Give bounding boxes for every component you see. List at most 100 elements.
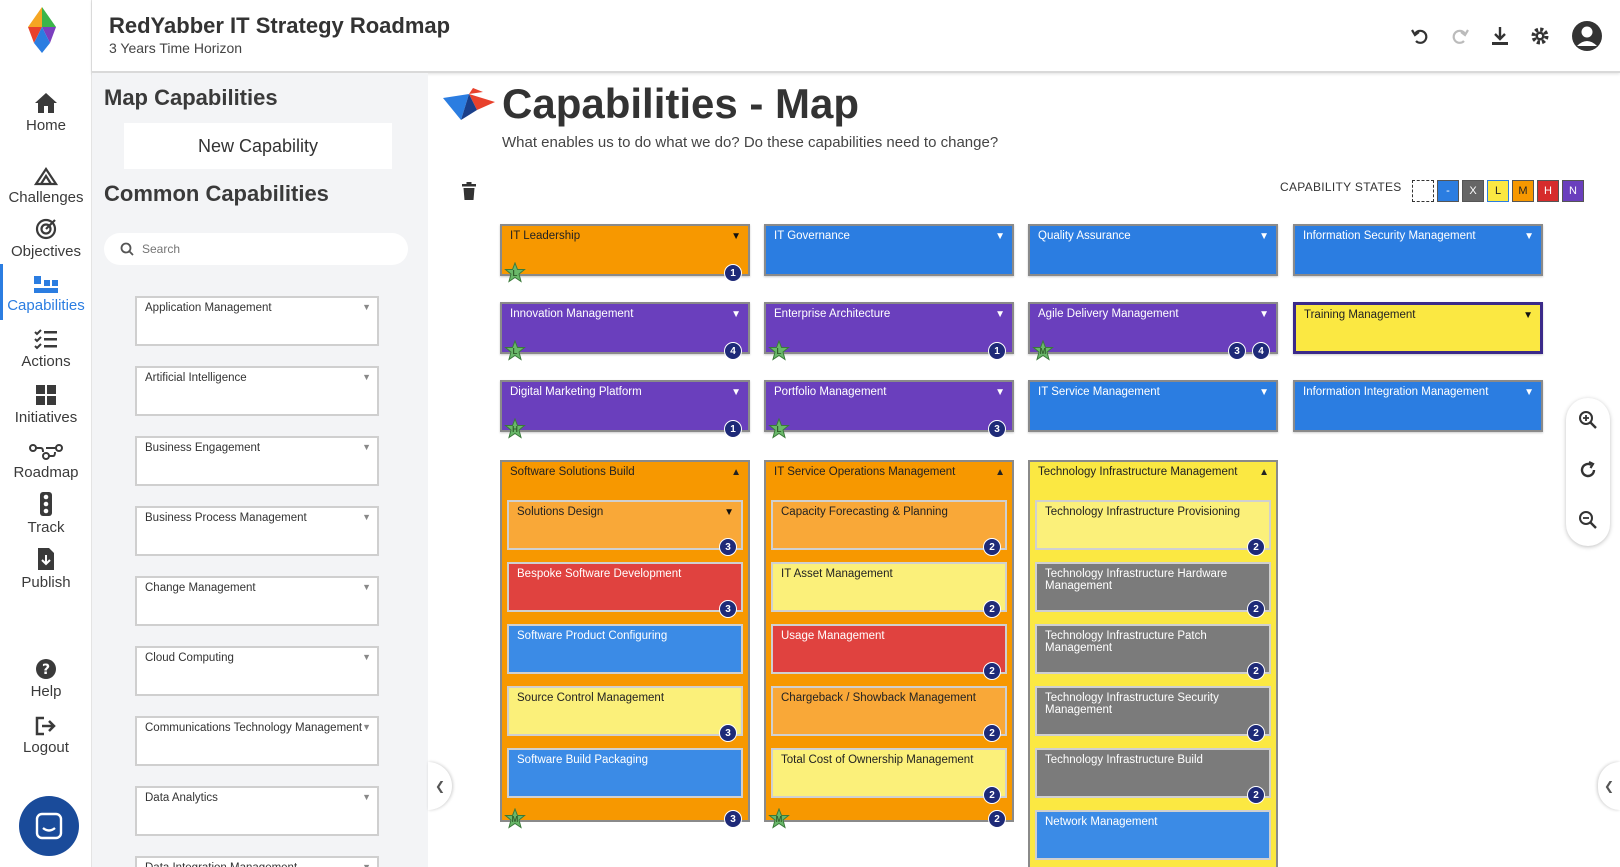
zoom-in-button[interactable]: [1576, 408, 1600, 432]
dropdown-arrow-icon[interactable]: ▼: [995, 387, 1005, 398]
collapse-arrow-icon[interactable]: ▲: [995, 467, 1005, 478]
common-capability-card[interactable]: Application Management ▼: [135, 296, 379, 346]
capability-card[interactable]: Digital Marketing Platform ▼ H 1: [500, 380, 750, 439]
capability-card[interactable]: Innovation Management ▼ L 4: [500, 302, 750, 361]
nav-actions[interactable]: Actions: [0, 324, 92, 370]
sub-capability-card[interactable]: Chargeback / Showback Management 2: [771, 686, 1007, 742]
dropdown-arrow-icon[interactable]: ▼: [731, 231, 741, 242]
nav-help[interactable]: ? Help: [0, 654, 92, 700]
dropdown-arrow-icon[interactable]: ▼: [362, 582, 371, 592]
common-capability-card[interactable]: Communications Technology Management ▼: [135, 716, 379, 766]
nav-capabilities[interactable]: Capabilities: [0, 264, 92, 320]
capability-card[interactable]: Agile Delivery Management ▼ M 4 3: [1028, 302, 1278, 361]
collapse-arrow-icon[interactable]: ▲: [731, 467, 741, 478]
zoom-out-button[interactable]: [1576, 508, 1600, 532]
new-capability-button[interactable]: New Capability: [124, 123, 392, 169]
sub-capability-card[interactable]: Software Build Packaging: [507, 748, 743, 798]
sub-capability-card[interactable]: Network Management: [1035, 810, 1271, 860]
capability-state-none[interactable]: [1412, 180, 1434, 202]
dropdown-arrow-icon[interactable]: ▼: [362, 792, 371, 802]
dropdown-arrow-icon[interactable]: ▼: [724, 507, 734, 518]
user-avatar-button[interactable]: [1570, 19, 1604, 53]
sub-capability-card[interactable]: IT Asset Management 2: [771, 562, 1007, 618]
capability-card[interactable]: IT Service Management ▼: [1028, 380, 1278, 432]
capability-state-H[interactable]: H: [1537, 180, 1559, 202]
dropdown-arrow-icon[interactable]: ▼: [1524, 387, 1534, 398]
capability-state-X[interactable]: X: [1462, 180, 1484, 202]
chat-button[interactable]: [19, 796, 79, 856]
dropdown-arrow-icon[interactable]: ▼: [362, 652, 371, 662]
capability-card[interactable]: Quality Assurance ▼: [1028, 224, 1278, 276]
sub-capability-card[interactable]: Capacity Forecasting & Planning 2: [771, 500, 1007, 556]
dropdown-arrow-icon[interactable]: ▼: [362, 862, 371, 867]
dropdown-arrow-icon[interactable]: ▼: [995, 231, 1005, 242]
capability-state-M[interactable]: M: [1512, 180, 1534, 202]
nav-track[interactable]: Track: [0, 490, 92, 536]
search-input[interactable]: [142, 242, 382, 256]
collapse-arrow-icon[interactable]: ▲: [1259, 467, 1269, 478]
capability-card[interactable]: Enterprise Architecture ▼ L 1: [764, 302, 1014, 361]
sub-capability-card[interactable]: Usage Management 2: [771, 624, 1007, 680]
nav-roadmap[interactable]: Roadmap: [0, 435, 92, 481]
app-logo-icon[interactable]: [22, 5, 62, 55]
dropdown-arrow-icon[interactable]: ▼: [1524, 231, 1534, 242]
sub-capability-card[interactable]: Technology Infrastructure Build 2: [1035, 748, 1271, 804]
sub-capability-card[interactable]: Technology Infrastructure Hardware Manag…: [1035, 562, 1271, 618]
sub-capability-card[interactable]: Solutions Design ▼ 3: [507, 500, 743, 556]
capability-group[interactable]: IT Service Operations Management ▲ Capacit…: [764, 460, 1014, 829]
expand-right-panel-button[interactable]: ❮: [1598, 762, 1620, 810]
dropdown-arrow-icon[interactable]: ▼: [1259, 387, 1269, 398]
dropdown-arrow-icon[interactable]: ▼: [995, 309, 1005, 320]
capability-state-L[interactable]: L: [1487, 180, 1509, 202]
sub-capability-card[interactable]: Software Product Configuring: [507, 624, 743, 674]
capability-group[interactable]: Technology Infrastructure Management ▲ Tec…: [1028, 460, 1278, 867]
common-capability-card[interactable]: Data Integration Management ▼: [135, 856, 379, 867]
nav-challenges[interactable]: Challenges: [0, 160, 92, 206]
nav-initiatives[interactable]: Initiatives: [0, 380, 92, 426]
sub-capability-card[interactable]: Source Control Management 3: [507, 686, 743, 742]
capability-card[interactable]: Portfolio Management ▼ L 3: [764, 380, 1014, 439]
dropdown-arrow-icon[interactable]: ▼: [362, 372, 371, 382]
redo-button[interactable]: [1448, 24, 1472, 48]
collapse-panel-button[interactable]: ❮: [428, 762, 452, 810]
svg-text:?: ?: [42, 662, 50, 678]
dropdown-arrow-icon[interactable]: ▼: [731, 309, 741, 320]
sub-capability-card[interactable]: Total Cost of Ownership Management 2: [771, 748, 1007, 804]
undo-button[interactable]: [1408, 24, 1432, 48]
capability-label: Training Management: [1304, 309, 1416, 321]
sub-capability-card[interactable]: Technology Infrastructure Security Manag…: [1035, 686, 1271, 742]
common-capability-card[interactable]: Data Analytics ▼: [135, 786, 379, 836]
dropdown-arrow-icon[interactable]: ▼: [1523, 310, 1533, 321]
common-capability-card[interactable]: Artificial Intelligence ▼: [135, 366, 379, 416]
nav-logout[interactable]: Logout: [0, 710, 92, 756]
nav-objectives[interactable]: Objectives: [0, 214, 92, 260]
nav-home[interactable]: Home: [0, 88, 92, 134]
dropdown-arrow-icon[interactable]: ▼: [731, 387, 741, 398]
common-capability-card[interactable]: Business Process Management ▼: [135, 506, 379, 556]
download-button[interactable]: [1488, 24, 1512, 48]
capability-card[interactable]: Information Security Management ▼: [1293, 224, 1543, 276]
common-capability-card[interactable]: Change Management ▼: [135, 576, 379, 626]
delete-button[interactable]: [462, 182, 476, 205]
nav-publish[interactable]: Publish: [0, 545, 92, 591]
capability-card[interactable]: IT Leadership ▼ L 1: [500, 224, 750, 283]
sub-capability-card[interactable]: Technology Infrastructure Provisioning 2: [1035, 500, 1271, 556]
dropdown-arrow-icon[interactable]: ▼: [362, 442, 371, 452]
sub-capability-card[interactable]: Technology Infrastructure Patch Manageme…: [1035, 624, 1271, 680]
reset-zoom-button[interactable]: [1576, 458, 1600, 482]
capability-card[interactable]: Information Integration Management ▼: [1293, 380, 1543, 432]
dropdown-arrow-icon[interactable]: ▼: [1259, 309, 1269, 320]
capability-card[interactable]: IT Governance ▼: [764, 224, 1014, 276]
sub-capability-card[interactable]: Bespoke Software Development 3: [507, 562, 743, 618]
dropdown-arrow-icon[interactable]: ▼: [362, 512, 371, 522]
capability-card[interactable]: Training Management ▼: [1293, 302, 1543, 354]
capability-state-N[interactable]: N: [1562, 180, 1584, 202]
common-capability-card[interactable]: Business Engagement ▼: [135, 436, 379, 486]
dropdown-arrow-icon[interactable]: ▼: [362, 722, 371, 732]
capability-state-dash[interactable]: -: [1437, 180, 1459, 202]
dropdown-arrow-icon[interactable]: ▼: [362, 302, 371, 312]
common-capability-card[interactable]: Cloud Computing ▼: [135, 646, 379, 696]
capability-group[interactable]: Software Solutions Build ▲ Solutions Desig…: [500, 460, 750, 829]
settings-button[interactable]: [1528, 24, 1552, 48]
dropdown-arrow-icon[interactable]: ▼: [1259, 231, 1269, 242]
